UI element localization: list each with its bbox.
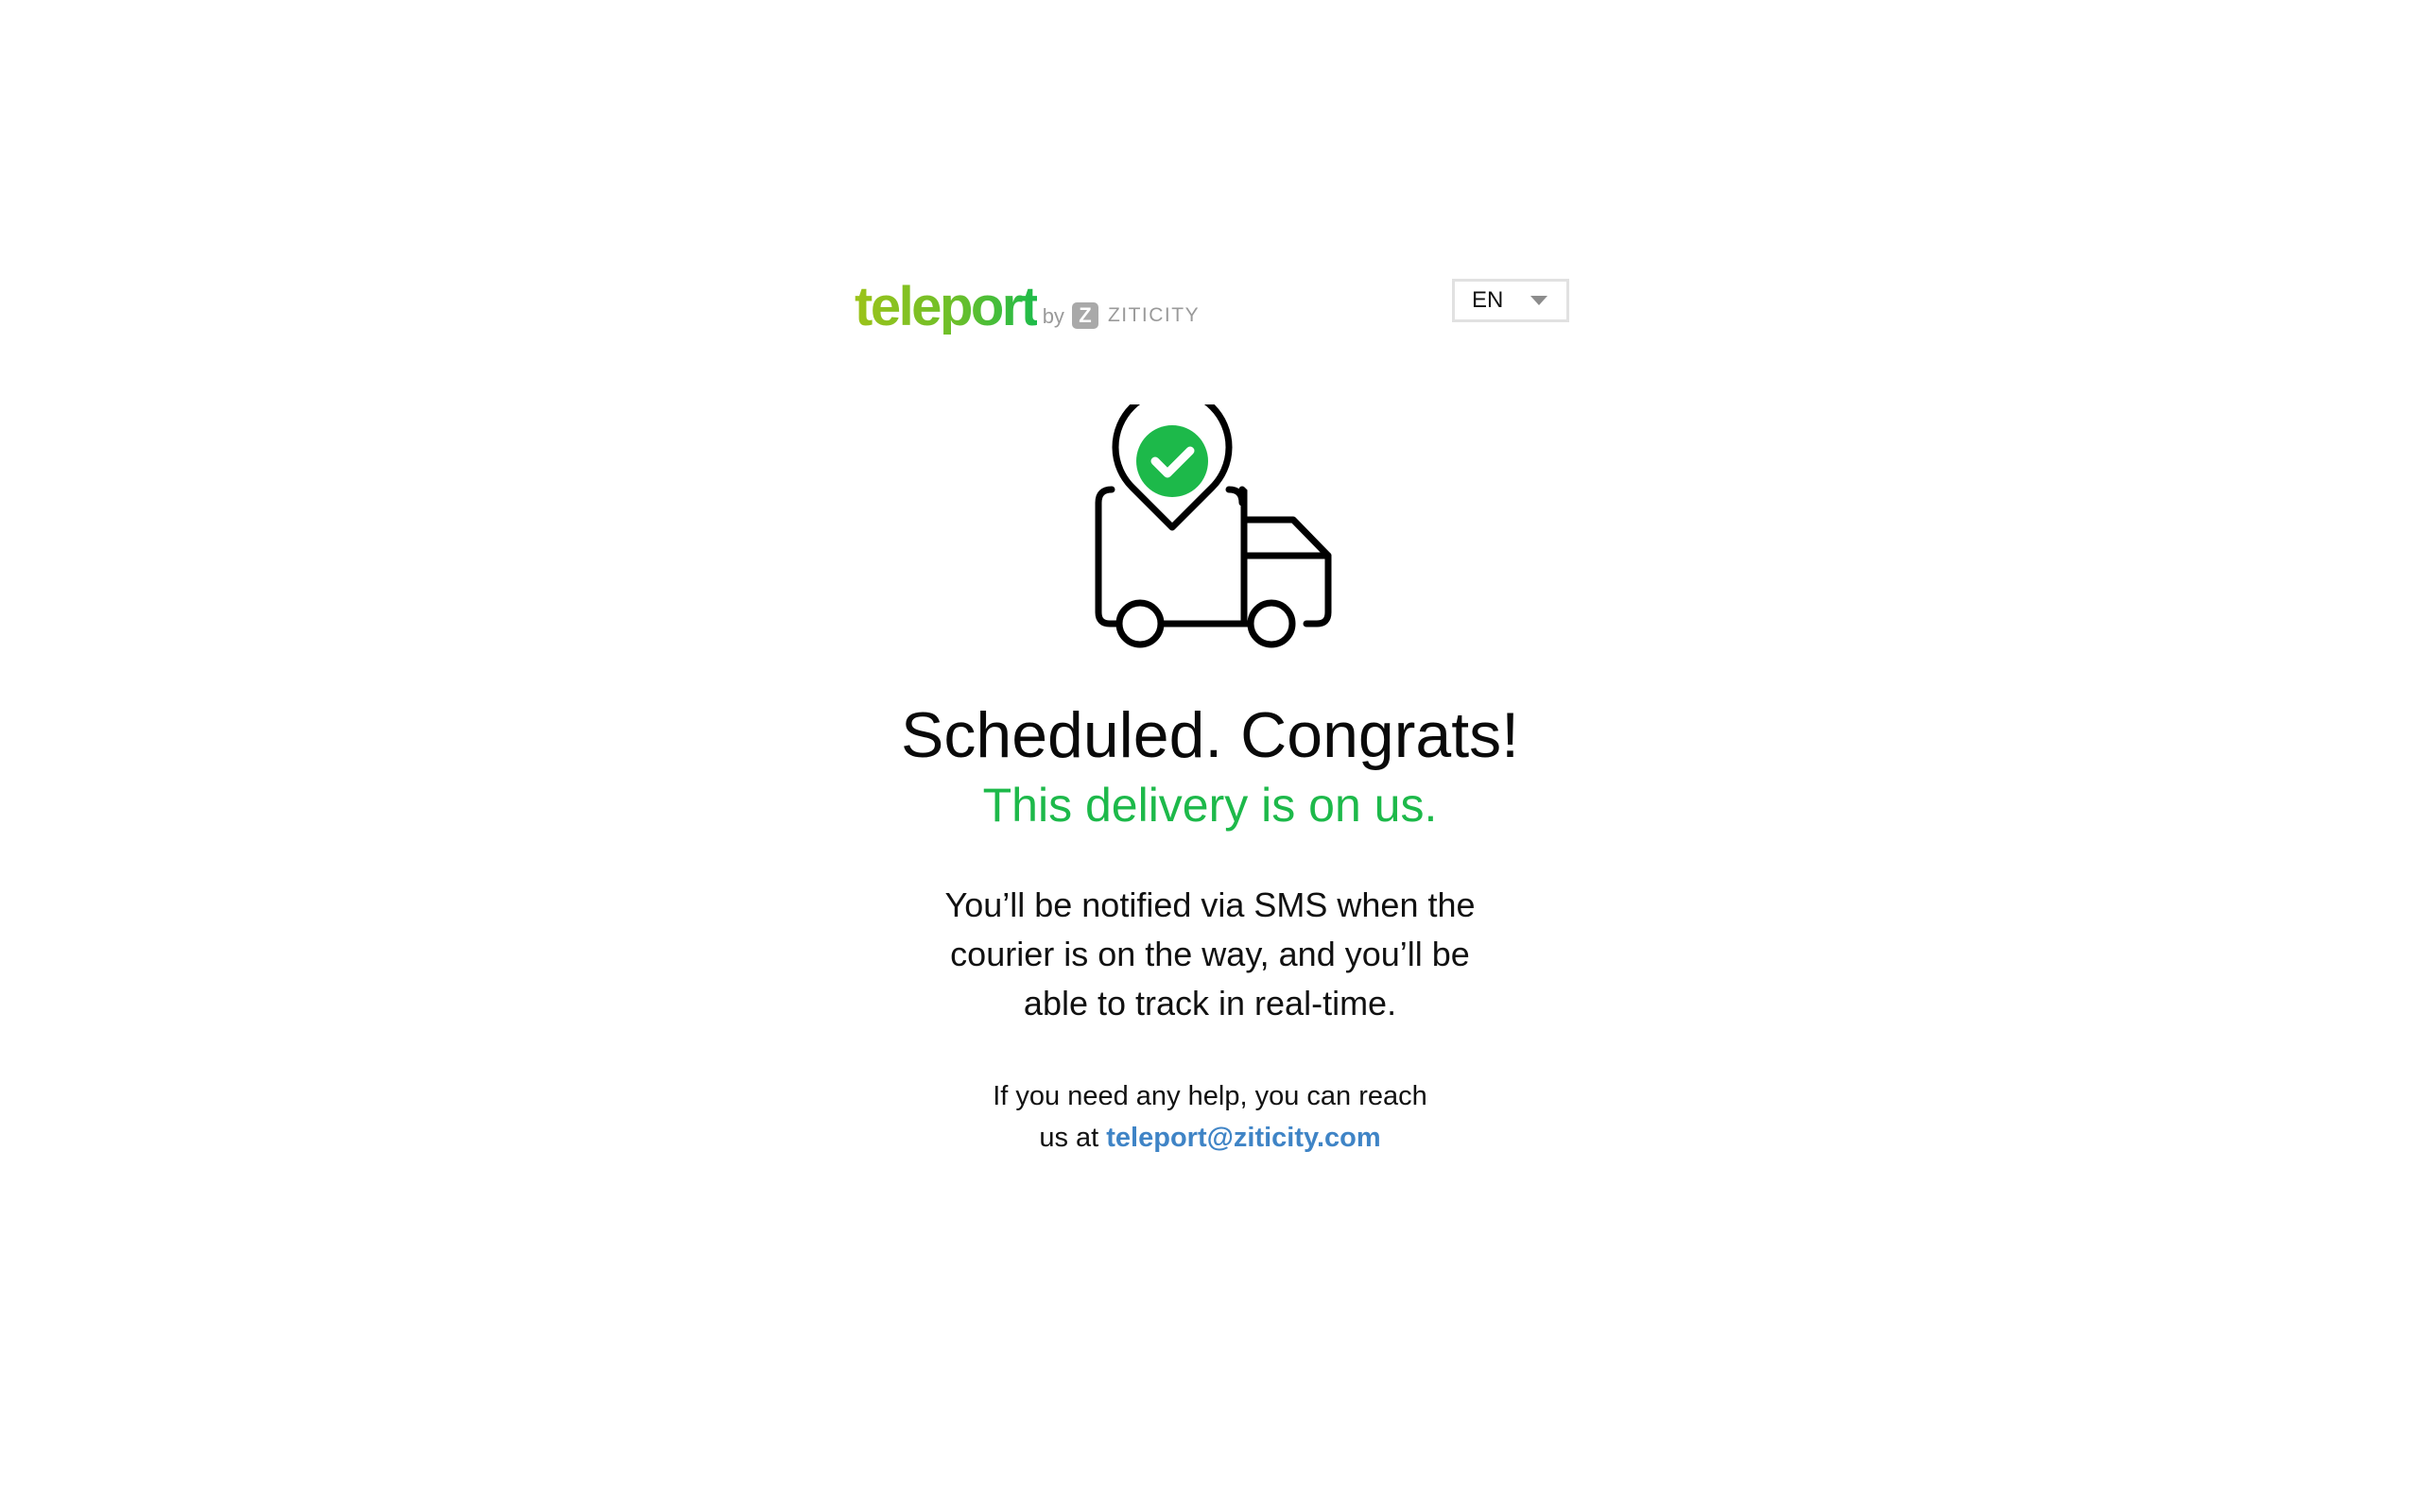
teleport-logo[interactable]: teleport by Z ZITICITY (855, 274, 1200, 335)
page-title: Scheduled. Congrats! (901, 699, 1519, 771)
support-email-link[interactable]: teleport@ziticity.com (1106, 1123, 1380, 1153)
page-subtitle: This delivery is on us. (982, 779, 1438, 832)
caret-down-icon (1530, 296, 1547, 305)
logo-by-text: by (1042, 304, 1064, 328)
language-select[interactable]: EN (1452, 279, 1569, 322)
header: teleport by Z ZITICITY EN (855, 274, 1573, 340)
logo-company-text: ZITICITY (1107, 304, 1201, 326)
ziticity-z-icon: Z (1071, 302, 1098, 329)
delivery-truck-location-check-icon (1087, 387, 1342, 650)
logo-wordmark: teleport (855, 276, 1039, 337)
help-text: If you need any help, you can reach us a… (983, 1075, 1437, 1159)
language-select-value: EN (1472, 287, 1504, 313)
sms-notification-text: You’ll be notified via SMS when the cour… (944, 885, 1476, 1022)
confirmation-page: teleport by Z ZITICITY EN Scheduled. Con… (0, 0, 2420, 1512)
